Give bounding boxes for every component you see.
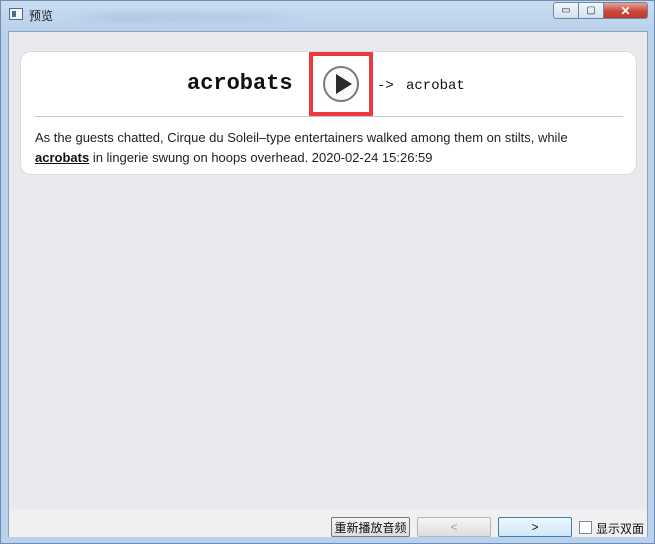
card-divider [35, 116, 623, 117]
word-card: acrobats -> acrobat As the guests chatte… [20, 51, 637, 175]
app-icon [9, 8, 23, 20]
previous-button[interactable]: < [417, 517, 491, 537]
example-sentence: As the guests chatted, Cirque du Soleil–… [35, 128, 625, 168]
window-title: 预览 [29, 9, 54, 23]
close-button[interactable]: ✕ [604, 2, 648, 19]
lemma-arrow: -> [377, 78, 394, 94]
title-bar[interactable]: 预览 ▭ ▢ ✕ [1, 1, 654, 29]
sentence-highlight-word: acrobats [35, 150, 90, 165]
sentence-before: As the guests chatted, Cirque du Soleil–… [35, 130, 568, 145]
maximize-button[interactable]: ▢ [579, 2, 604, 19]
window-controls: ▭ ▢ ✕ [553, 2, 648, 20]
bottom-toolbar: 重新播放音频 < > 显示双面 [9, 509, 647, 537]
double-side-label[interactable]: 显示双面 [596, 520, 644, 537]
play-icon[interactable] [323, 66, 359, 102]
sentence-after: in lingerie swung on hoops overhead. 202… [89, 150, 433, 165]
lemma-word: acrobat [406, 78, 465, 94]
preview-window: 预览 ▭ ▢ ✕ acrobats -> acrobat As the gues… [0, 0, 655, 544]
double-side-checkbox[interactable] [579, 521, 592, 534]
client-area: acrobats -> acrobat As the guests chatte… [8, 31, 648, 537]
next-button[interactable]: > [498, 517, 572, 537]
replay-audio-button[interactable]: 重新播放音频 [331, 517, 410, 537]
headword: acrobats [187, 71, 293, 96]
blurred-background-text [71, 12, 301, 22]
minimize-button[interactable]: ▭ [553, 2, 579, 19]
play-button-highlight[interactable] [309, 52, 373, 116]
